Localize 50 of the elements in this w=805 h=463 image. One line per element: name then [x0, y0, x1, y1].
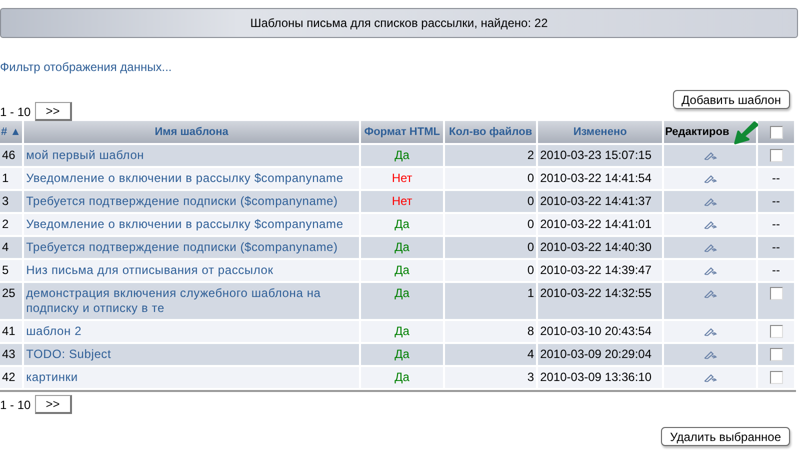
pencil-icon[interactable] — [704, 328, 717, 336]
no-select-mark: -- — [772, 171, 780, 185]
column-header[interactable]: Формат HTML — [361, 121, 444, 145]
row-checkbox[interactable] — [770, 149, 783, 162]
template-name-link[interactable]: Требуется подтверждение подписки ($companyname) — [26, 240, 358, 255]
modified-date-cell: 2010-03-09 13:36:10 — [538, 367, 662, 390]
next-page-button[interactable]: >> — [34, 395, 72, 414]
arrow-icon — [733, 121, 760, 147]
column-header[interactable]: Кол-во файлов — [445, 121, 536, 145]
page-title: Шаблоны письма для списков рассылки, найдено: 22 — [250, 16, 548, 30]
template-name-link[interactable]: Уведомление о включении в рассылку $companyname — [26, 217, 358, 232]
template-name-link[interactable]: TODO: Subject — [26, 347, 358, 362]
column-header[interactable]: Редактиров — [664, 121, 756, 145]
page-range: 1 - 10 — [0, 398, 31, 412]
no-select-mark: -- — [772, 217, 780, 231]
column-header[interactable]: Изменено — [538, 121, 662, 145]
delete-selected-button[interactable]: Удалить выбранное — [661, 427, 790, 446]
next-page-button[interactable]: >> — [34, 102, 72, 121]
row-checkbox[interactable] — [770, 371, 783, 384]
template-name-link[interactable]: картинки — [26, 370, 358, 385]
pencil-icon[interactable] — [704, 220, 717, 229]
no-select-mark: -- — [772, 263, 780, 277]
pencil-icon[interactable] — [704, 374, 717, 382]
pencil-icon[interactable] — [704, 198, 717, 206]
id-cell: 42 — [0, 367, 22, 390]
column-header[interactable]: Имя шаблона — [24, 121, 360, 145]
template-name-link[interactable]: Низ письма для отписывания от рассылок — [26, 263, 358, 278]
file-count-cell: 3 — [445, 367, 536, 390]
no-select-mark: -- — [772, 240, 780, 254]
template-name-link[interactable]: мой первый шаблон — [26, 148, 358, 163]
add-template-button[interactable]: Добавить шаблон — [672, 90, 790, 109]
page-range: 1 - 10 — [0, 104, 31, 118]
template-name-link[interactable]: Уведомление о включении в рассылку $companyname — [26, 171, 358, 186]
column-header[interactable]: # ▲ — [0, 121, 22, 145]
row-checkbox[interactable] — [770, 287, 783, 300]
row-checkbox[interactable] — [770, 348, 783, 362]
html-format-cell: Да — [361, 367, 444, 390]
row-checkbox[interactable] — [770, 325, 783, 338]
template-name-link[interactable]: демонстрация включения служебного шаблона на подписку и отписку в те — [26, 286, 358, 316]
pencil-icon[interactable] — [704, 244, 717, 252]
pencil-icon[interactable] — [704, 174, 717, 183]
select-all-checkbox[interactable] — [770, 126, 783, 138]
pencil-icon[interactable] — [704, 350, 717, 359]
pencil-icon[interactable] — [704, 266, 717, 275]
pencil-icon[interactable] — [704, 290, 717, 298]
template-name-link[interactable]: Требуется подтверждение подписки ($companyname) — [26, 194, 358, 209]
no-select-mark: -- — [772, 194, 780, 208]
pencil-icon[interactable] — [704, 152, 717, 160]
template-name-link[interactable]: шаблон 2 — [26, 324, 358, 339]
filter-link[interactable]: Фильтр отображения данных... — [0, 60, 172, 74]
